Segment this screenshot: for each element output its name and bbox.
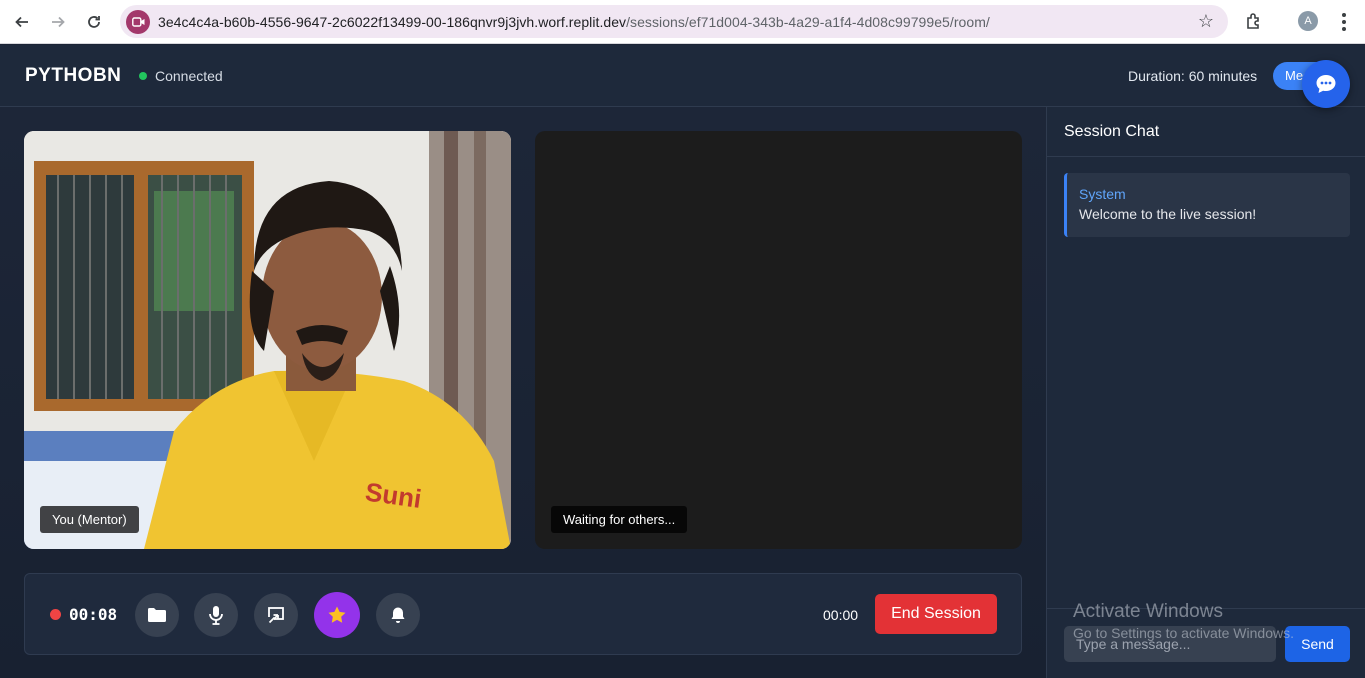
browser-toolbar: 3e4c4c4a-b60b-4556-9647-2c6022f13499-00-… <box>0 0 1365 44</box>
profile-avatar[interactable]: A <box>1298 11 1318 31</box>
recording-time: 00:08 <box>69 605 118 624</box>
remote-video-label: Waiting for others... <box>551 506 688 533</box>
chat-composer: Send <box>1047 608 1365 678</box>
star-icon <box>328 606 346 623</box>
connection-status: Connected <box>155 68 223 84</box>
local-video-label: You (Mentor) <box>40 506 139 533</box>
address-bar[interactable]: 3e4c4c4a-b60b-4556-9647-2c6022f13499-00-… <box>120 5 1228 38</box>
session-controls: 00:08 00:00 End Session <box>24 573 1022 655</box>
session-timer: 00:00 <box>823 607 859 623</box>
highlight-button[interactable] <box>314 592 360 638</box>
send-button[interactable]: Send <box>1285 626 1350 662</box>
url-host: 3e4c4c4a-b60b-4556-9647-2c6022f13499-00-… <box>158 13 627 30</box>
chat-panel: Session Chat System Welcome to the live … <box>1046 107 1365 678</box>
screen-share-icon <box>268 607 284 624</box>
files-button[interactable] <box>135 593 179 637</box>
message-text: Welcome to the live session! <box>1079 206 1257 222</box>
browser-menu-icon[interactable] <box>1334 8 1354 36</box>
microphone-icon <box>209 606 223 625</box>
chat-message: System Welcome to the live session! <box>1064 173 1350 237</box>
folder-icon <box>148 608 166 622</box>
app-header: PYTHOBN Connected Duration: 60 minutes M… <box>0 45 1365 107</box>
local-video: Suni You (Mentor) <box>24 131 511 549</box>
url-path: /sessions/ef71d004-343b-4a29-a1f4-4d08c9… <box>626 13 990 30</box>
reload-icon <box>88 15 100 28</box>
connection-status-dot <box>139 72 147 80</box>
screen-share-button[interactable] <box>254 593 298 637</box>
url-text: 3e4c4c4a-b60b-4556-9647-2c6022f13499-00-… <box>158 14 990 30</box>
back-arrow-icon <box>15 16 28 27</box>
end-session-button[interactable]: End Session <box>875 594 997 634</box>
chat-bubble-icon <box>1316 75 1336 93</box>
remote-video: Waiting for others... <box>535 131 1022 549</box>
chat-toggle-button[interactable] <box>1302 60 1350 108</box>
message-input[interactable] <box>1064 626 1276 662</box>
microphone-button[interactable] <box>194 593 238 637</box>
notifications-button[interactable] <box>376 593 420 637</box>
chat-title: Session Chat <box>1047 107 1365 157</box>
message-sender: System <box>1079 186 1126 202</box>
reload-button[interactable] <box>78 6 110 38</box>
video-area: Suni You (Mentor) Waiting for others... … <box>0 107 1046 678</box>
forward-arrow-icon <box>52 16 65 27</box>
session-duration: Duration: 60 minutes <box>1128 68 1258 84</box>
recording-indicator <box>50 609 61 620</box>
camera-feed-image: Suni <box>24 131 511 549</box>
bell-icon <box>391 607 405 623</box>
brand-logo: PYTHOBN <box>25 65 122 86</box>
bookmark-star-icon[interactable]: ☆ <box>1198 11 1214 32</box>
extensions-icon[interactable] <box>1242 6 1266 36</box>
forward-button[interactable] <box>42 6 74 38</box>
video-camera-icon <box>126 9 150 34</box>
back-button[interactable] <box>6 6 38 38</box>
